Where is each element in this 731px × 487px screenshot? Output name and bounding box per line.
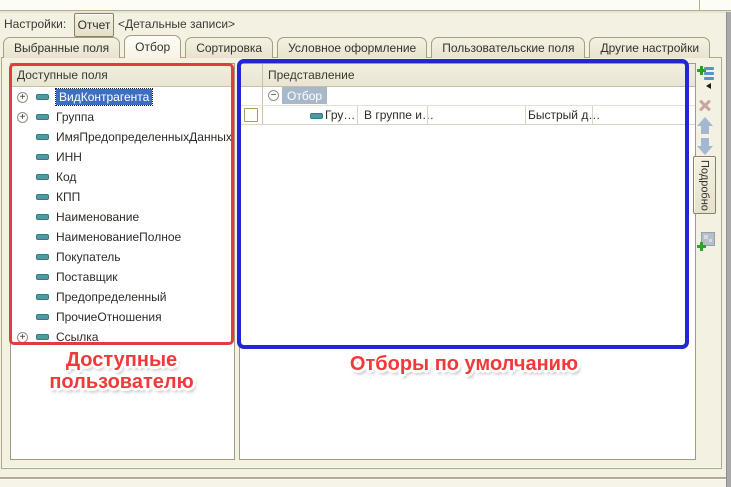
report-button[interactable]: Отчет	[74, 13, 114, 37]
tab-selected-fields[interactable]: Выбранные поля	[3, 37, 120, 58]
divider	[699, 0, 700, 10]
tab-filter[interactable]: Отбор	[124, 35, 181, 58]
delete-icon[interactable]	[698, 99, 712, 113]
upper-control-edge	[0, 0, 731, 11]
filter-commands-toolbar: Подробно	[693, 63, 721, 458]
report-settings-window: Настройки: Отчет <Детальные записи> Выбр…	[0, 0, 731, 487]
window-right-edge	[726, 12, 731, 487]
settings-bar: Настройки: Отчет <Детальные записи>	[0, 13, 731, 37]
move-up-icon[interactable]	[697, 117, 713, 134]
annotation-red-box	[9, 63, 234, 345]
settings-label: Настройки:	[4, 17, 66, 31]
details-button[interactable]: Подробно	[693, 156, 716, 214]
annotation-left-caption: Доступные пользователю	[10, 349, 233, 393]
settings-tabbar: Выбранные поля Отбор Сортировка Условное…	[3, 37, 710, 58]
tab-sorting[interactable]: Сортировка	[185, 37, 273, 58]
tab-conditional-formatting[interactable]: Условное оформление	[277, 37, 427, 58]
tab-custom-fields[interactable]: Пользовательские поля	[431, 37, 585, 58]
window-bottom-edge	[0, 480, 731, 487]
report-variant-label: <Детальные записи>	[118, 17, 235, 31]
tab-other-settings[interactable]: Другие настройки	[589, 37, 710, 58]
annotation-right-caption: Отборы по умолчанию	[239, 353, 689, 375]
add-item-icon[interactable]	[697, 65, 714, 80]
menu-arrow-icon[interactable]	[706, 83, 711, 89]
move-down-icon[interactable]	[697, 138, 713, 155]
annotation-blue-box	[237, 59, 689, 349]
add-user-setting-icon[interactable]	[697, 232, 714, 251]
